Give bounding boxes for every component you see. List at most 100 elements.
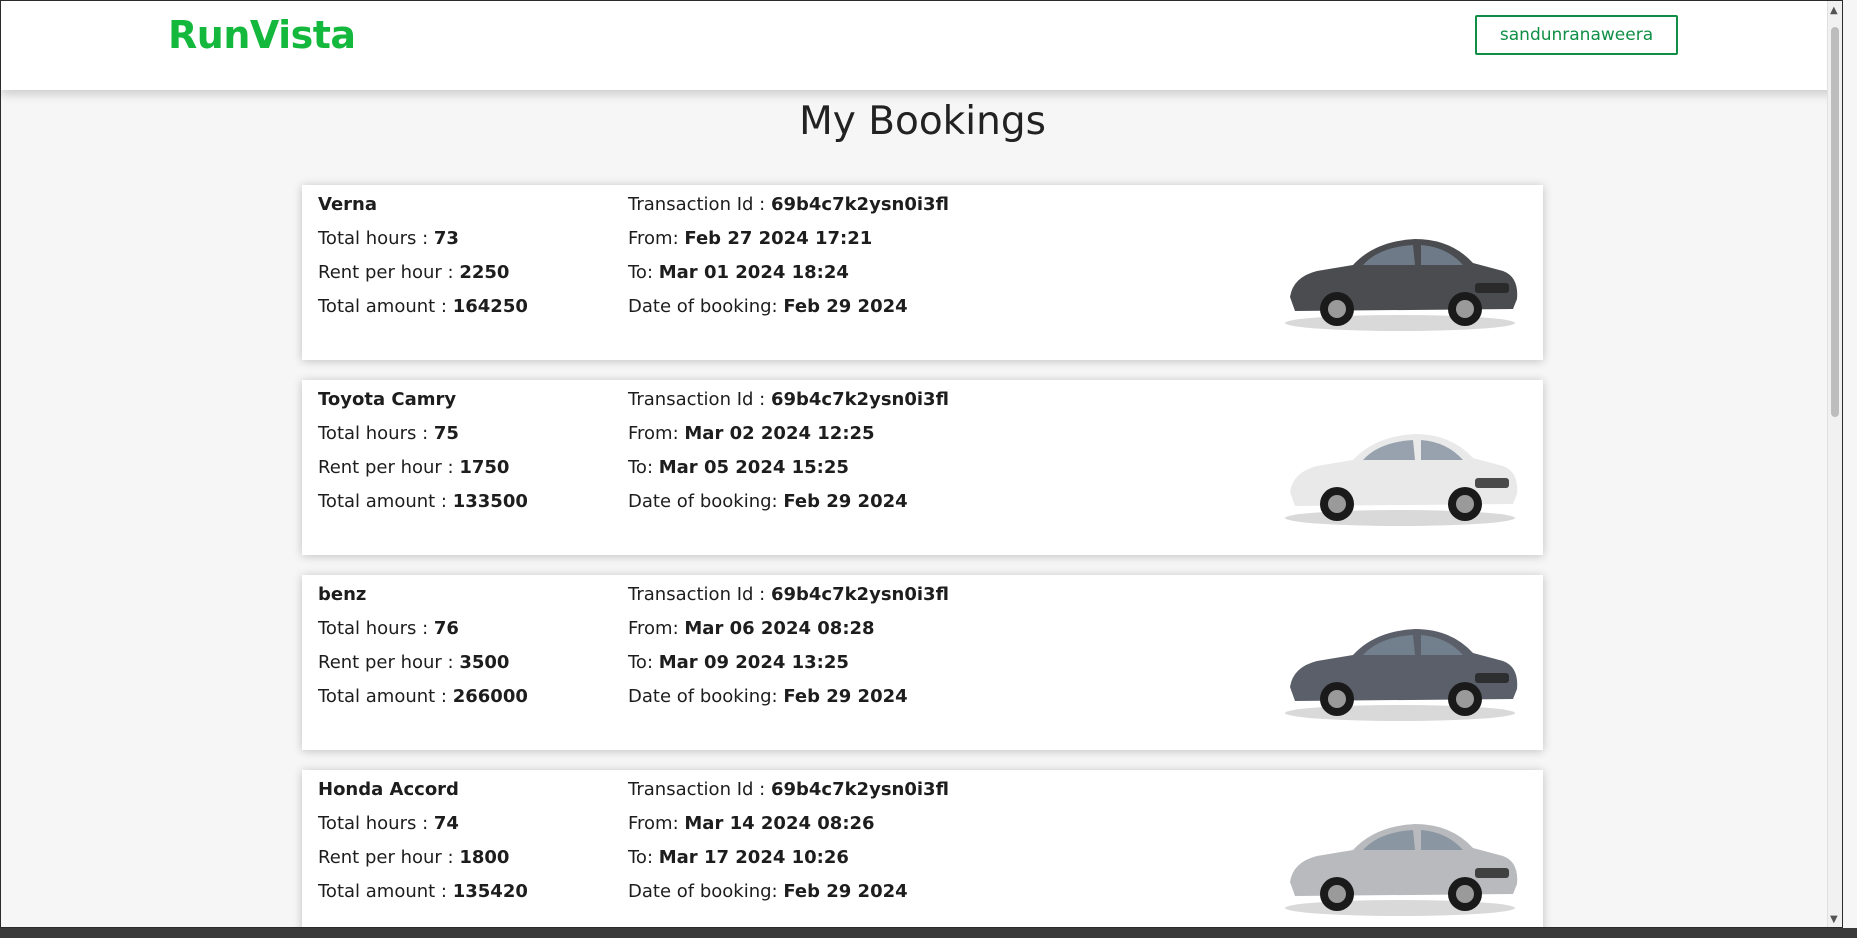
date-of-booking-label: Date of booking:: [628, 491, 784, 512]
booking-date: Date of booking: Feb 29 2024: [628, 295, 949, 329]
total-amount: Total amount : 135420: [318, 880, 528, 914]
car-name: Verna: [318, 194, 377, 215]
total-amount-value: 135420: [452, 881, 528, 902]
to-value: Mar 17 2024 10:26: [658, 847, 849, 868]
car-name: Honda Accord: [318, 779, 459, 800]
from-value: Feb 27 2024 17:21: [684, 228, 873, 249]
to-date: To: Mar 05 2024 15:25: [628, 456, 949, 490]
rent-per-hour-label: Rent per hour :: [318, 457, 460, 478]
total-amount: Total amount : 133500: [318, 490, 528, 524]
total-hours: Total hours : 74: [318, 812, 528, 846]
from-value: Mar 02 2024 12:25: [684, 423, 875, 444]
transaction-id-value: 69b4c7k2ysn0i3fl: [770, 194, 949, 215]
date-of-booking-value: Feb 29 2024: [783, 491, 908, 512]
booking-details: Transaction Id : 69b4c7k2ysn0i3fl From: …: [628, 778, 949, 914]
total-amount-label: Total amount :: [318, 491, 453, 512]
booking-summary: Verna Total hours : 73 Rent per hour : 2…: [318, 193, 528, 329]
date-of-booking-label: Date of booking:: [628, 296, 784, 317]
from-date: From: Feb 27 2024 17:21: [628, 227, 949, 261]
grey-sedan-image: [1285, 629, 1518, 721]
user-menu-button[interactable]: sandunranaweera: [1475, 15, 1678, 55]
transaction-id-value: 69b4c7k2ysn0i3fl: [770, 389, 949, 410]
rent-per-hour-value: 1800: [459, 847, 510, 868]
total-amount-value: 164250: [452, 296, 528, 317]
from-label: From:: [628, 228, 685, 249]
total-hours-label: Total hours :: [318, 228, 434, 249]
vertical-scrollbar[interactable]: ▲ ▼: [1827, 1, 1842, 927]
booking-card-3: benz Total hours : 76 Rent per hour : 35…: [302, 575, 1543, 750]
transaction-id-label: Transaction Id :: [628, 779, 771, 800]
booking-date: Date of booking: Feb 29 2024: [628, 880, 949, 914]
transaction-id: Transaction Id : 69b4c7k2ysn0i3fl: [628, 583, 949, 617]
to-date: To: Mar 09 2024 13:25: [628, 651, 949, 685]
scrollbar-thumb[interactable]: [1831, 27, 1839, 417]
total-amount-label: Total amount :: [318, 296, 453, 317]
to-label: To:: [628, 457, 659, 478]
rent-per-hour-label: Rent per hour :: [318, 262, 460, 283]
booking-details: Transaction Id : 69b4c7k2ysn0i3fl From: …: [628, 388, 949, 524]
scroll-up-arrow-icon[interactable]: ▲: [1830, 5, 1838, 16]
transaction-id-label: Transaction Id :: [628, 389, 771, 410]
total-hours-value: 76: [433, 618, 459, 639]
from-date: From: Mar 02 2024 12:25: [628, 422, 949, 456]
date-of-booking-label: Date of booking:: [628, 881, 784, 902]
total-amount: Total amount : 164250: [318, 295, 528, 329]
rent-per-hour-label: Rent per hour :: [318, 652, 460, 673]
dark-sedan-image: [1285, 239, 1518, 331]
booking-date: Date of booking: Feb 29 2024: [628, 490, 949, 524]
total-hours-value: 73: [433, 228, 459, 249]
date-of-booking-value: Feb 29 2024: [783, 296, 908, 317]
transaction-id-label: Transaction Id :: [628, 584, 771, 605]
car-name: Toyota Camry: [318, 389, 457, 410]
to-value: Mar 09 2024 13:25: [658, 652, 849, 673]
total-hours: Total hours : 75: [318, 422, 528, 456]
taskbar-strip: [0, 928, 1857, 938]
rent-per-hour-value: 3500: [459, 652, 510, 673]
booking-details: Transaction Id : 69b4c7k2ysn0i3fl From: …: [628, 193, 949, 329]
transaction-id: Transaction Id : 69b4c7k2ysn0i3fl: [628, 388, 949, 422]
silver-sedan-image: [1285, 824, 1518, 916]
from-date: From: Mar 14 2024 08:26: [628, 812, 949, 846]
total-amount: Total amount : 266000: [318, 685, 528, 719]
booking-date: Date of booking: Feb 29 2024: [628, 685, 949, 719]
total-hours: Total hours : 73: [318, 227, 528, 261]
rent-per-hour-label: Rent per hour :: [318, 847, 460, 868]
bookings-list: Verna Total hours : 73 Rent per hour : 2…: [302, 185, 1543, 927]
total-hours-label: Total hours :: [318, 813, 434, 834]
transaction-id-value: 69b4c7k2ysn0i3fl: [770, 779, 949, 800]
date-of-booking-value: Feb 29 2024: [783, 686, 908, 707]
rent-per-hour: Rent per hour : 1750: [318, 456, 528, 490]
to-label: To:: [628, 847, 659, 868]
from-label: From:: [628, 618, 685, 639]
top-navbar: RunVista sandunranaweera: [1, 1, 1842, 90]
transaction-id-value: 69b4c7k2ysn0i3fl: [770, 584, 949, 605]
total-amount-label: Total amount :: [318, 686, 453, 707]
total-hours-label: Total hours :: [318, 423, 434, 444]
rent-per-hour: Rent per hour : 2250: [318, 261, 528, 295]
from-value: Mar 14 2024 08:26: [684, 813, 875, 834]
page-title: My Bookings: [799, 99, 1046, 144]
booking-details: Transaction Id : 69b4c7k2ysn0i3fl From: …: [628, 583, 949, 719]
date-of-booking-label: Date of booking:: [628, 686, 784, 707]
total-hours-value: 74: [433, 813, 459, 834]
to-value: Mar 05 2024 15:25: [658, 457, 849, 478]
rent-per-hour-value: 2250: [459, 262, 510, 283]
total-amount-label: Total amount :: [318, 881, 453, 902]
transaction-id: Transaction Id : 69b4c7k2ysn0i3fl: [628, 193, 949, 227]
booking-summary: Toyota Camry Total hours : 75 Rent per h…: [318, 388, 528, 524]
to-date: To: Mar 17 2024 10:26: [628, 846, 949, 880]
to-label: To:: [628, 262, 659, 283]
total-hours-label: Total hours :: [318, 618, 434, 639]
booking-summary: Honda Accord Total hours : 74 Rent per h…: [318, 778, 528, 914]
brand-logo[interactable]: RunVista: [168, 13, 356, 57]
booking-card-2: Toyota Camry Total hours : 75 Rent per h…: [302, 380, 1543, 555]
booking-summary: benz Total hours : 76 Rent per hour : 35…: [318, 583, 528, 719]
to-date: To: Mar 01 2024 18:24: [628, 261, 949, 295]
car-name: benz: [318, 584, 367, 605]
rent-per-hour-value: 1750: [459, 457, 510, 478]
total-amount-value: 266000: [452, 686, 528, 707]
scroll-down-arrow-icon[interactable]: ▼: [1830, 914, 1838, 925]
booking-card-4: Honda Accord Total hours : 74 Rent per h…: [302, 770, 1543, 927]
from-label: From:: [628, 423, 685, 444]
white-sedan-image: [1285, 434, 1518, 526]
